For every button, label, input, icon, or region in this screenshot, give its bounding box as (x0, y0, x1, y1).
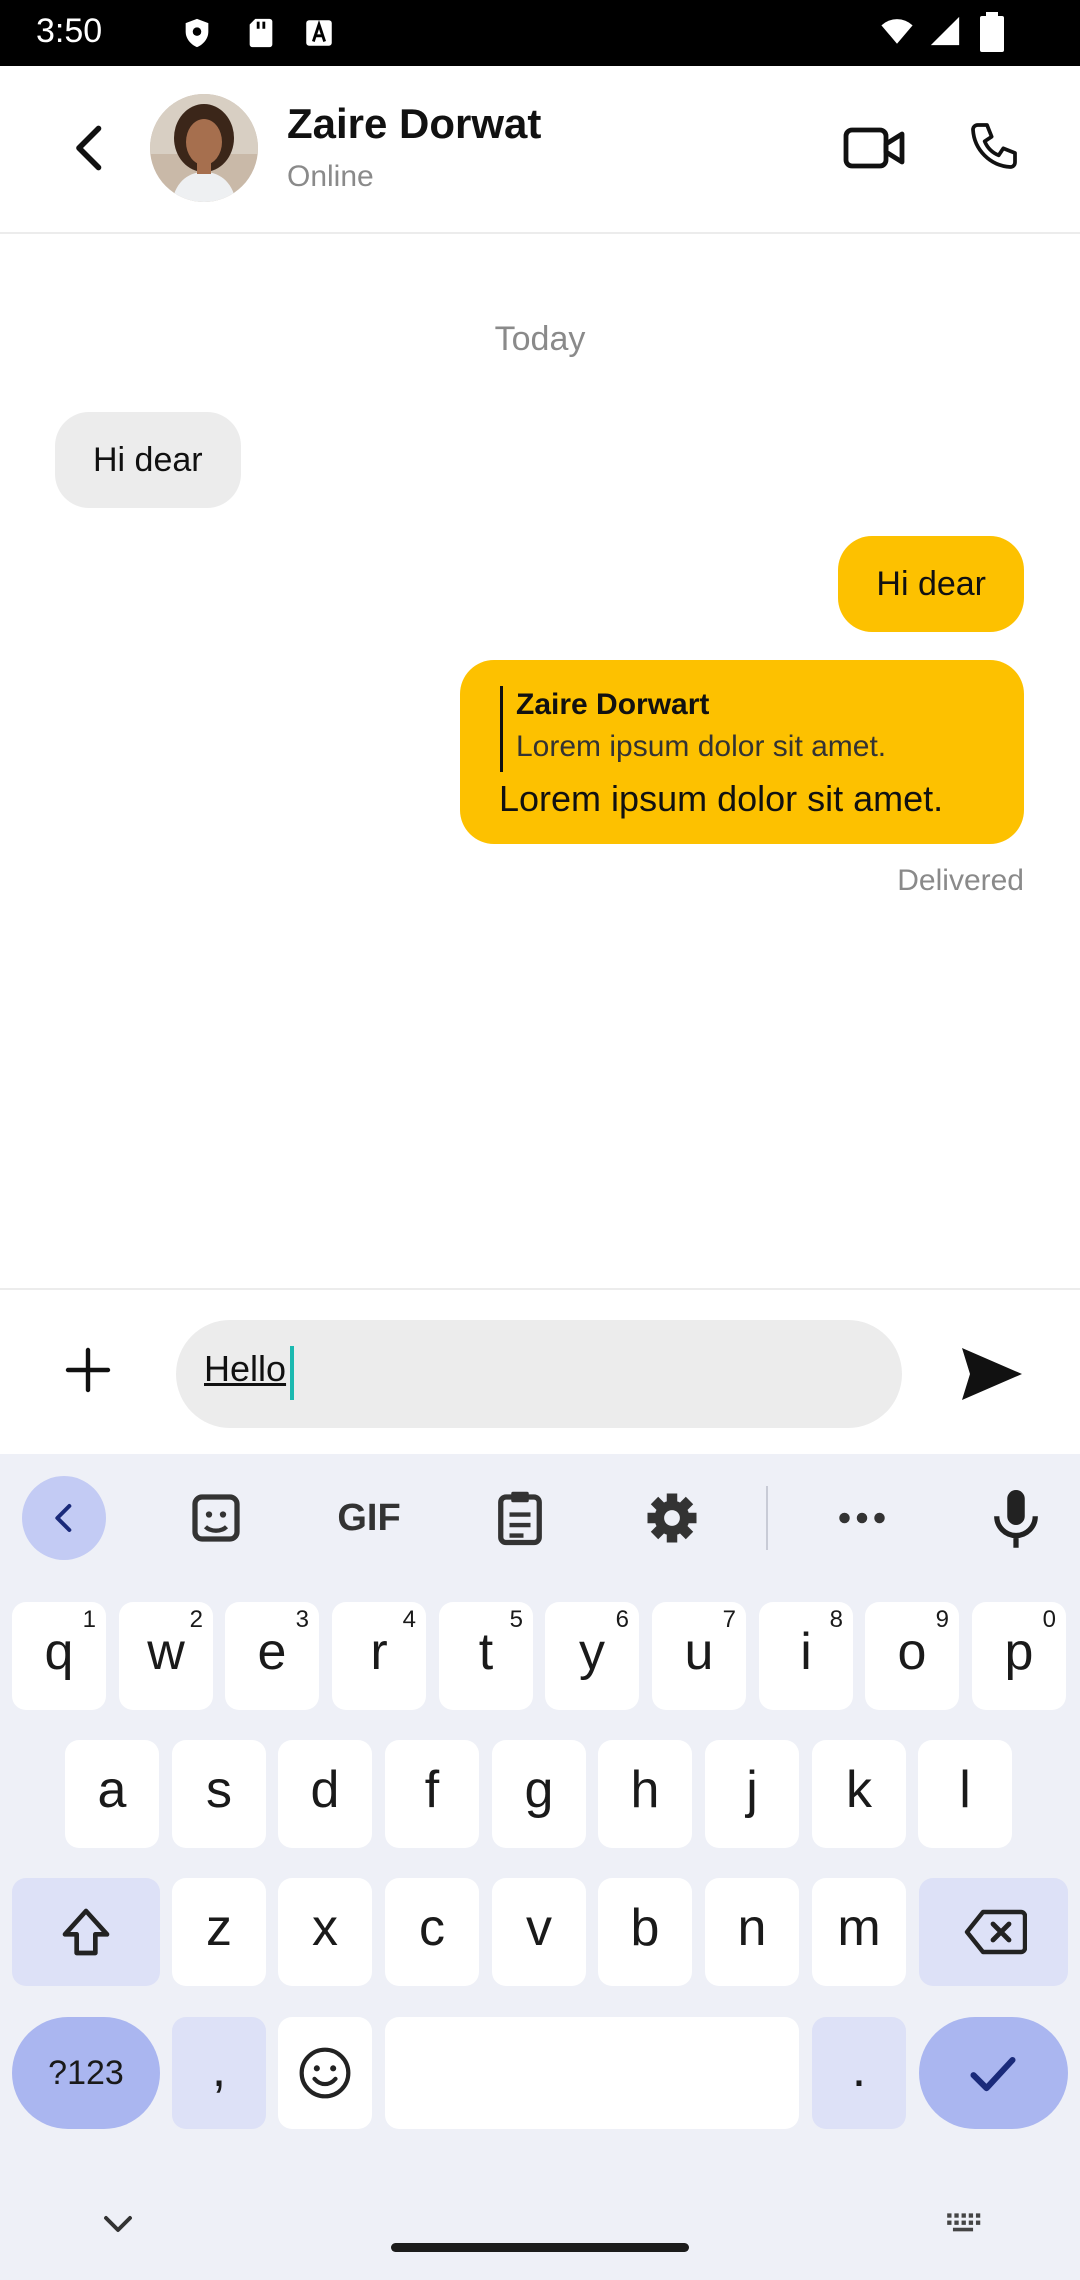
outgoing-message[interactable]: Hi dear (838, 536, 1024, 632)
quoted-sender: Zaire Dorwart (516, 688, 710, 721)
key-l[interactable]: l (918, 1740, 1012, 1848)
video-call-icon[interactable] (842, 120, 906, 176)
clipboard-icon[interactable] (478, 1476, 562, 1560)
keyboard: GIF q1 w2 e3 r4 t5 y6 u7 i8 o9 p0 a s d … (0, 1454, 1080, 2280)
key-p[interactable]: p0 (972, 1602, 1066, 1710)
incoming-message[interactable]: Hi dear (55, 412, 241, 508)
key-z[interactable]: z (172, 1878, 266, 1986)
message-input[interactable]: Hello (176, 1320, 902, 1428)
key-x[interactable]: x (278, 1878, 372, 1986)
phone-call-icon[interactable] (966, 118, 1022, 174)
key-g[interactable]: g (492, 1740, 586, 1848)
microphone-icon[interactable] (974, 1476, 1058, 1560)
backspace-key[interactable] (919, 1878, 1068, 1986)
shift-key[interactable] (12, 1878, 160, 1986)
emoji-key[interactable] (278, 2017, 372, 2129)
key-b[interactable]: b (598, 1878, 692, 1986)
key-w[interactable]: w2 (119, 1602, 213, 1710)
more-options-icon[interactable] (820, 1476, 904, 1560)
wifi-icon (881, 19, 913, 44)
gif-button[interactable]: GIF (324, 1496, 414, 1540)
key-m[interactable]: m (812, 1878, 906, 1986)
chevron-left-icon (55, 1504, 72, 1532)
settings-gear-icon[interactable] (630, 1476, 714, 1560)
key-i[interactable]: i8 (759, 1602, 853, 1710)
plus-icon[interactable] (64, 1346, 112, 1394)
key-h[interactable]: h (598, 1740, 692, 1848)
text-a-icon (306, 20, 332, 46)
emoji-smiley-icon (299, 2047, 351, 2099)
keyboard-switch-icon[interactable] (940, 2204, 986, 2240)
message-composer: Hello (0, 1288, 1080, 1456)
period-key[interactable]: . (812, 2017, 906, 2129)
key-n[interactable]: n (705, 1878, 799, 1986)
contact-name[interactable]: Zaire Dorwat (287, 100, 541, 148)
text-caret (290, 1346, 294, 1400)
signal-icon (930, 16, 960, 46)
symbols-key[interactable]: ?123 (12, 2017, 160, 2129)
key-v[interactable]: v (492, 1878, 586, 1986)
shield-icon (185, 18, 209, 48)
key-e[interactable]: e3 (225, 1602, 319, 1710)
send-icon[interactable] (958, 1344, 1026, 1404)
key-j[interactable]: j (705, 1740, 799, 1848)
enter-key[interactable] (919, 2017, 1068, 2129)
key-d[interactable]: d (278, 1740, 372, 1848)
hide-keyboard-chevron-icon[interactable] (100, 2206, 136, 2242)
status-bar: 3:50 (0, 0, 1080, 66)
back-arrow-icon[interactable] (66, 122, 118, 174)
checkmark-icon (970, 2056, 1016, 2092)
input-text[interactable]: Hello (204, 1348, 286, 1390)
key-f[interactable]: f (385, 1740, 479, 1848)
contact-status: Online (287, 160, 374, 193)
backspace-icon (964, 1909, 1027, 1955)
status-time: 3:50 (36, 12, 103, 50)
key-a[interactable]: a (65, 1740, 159, 1848)
delivery-status: Delivered (897, 864, 1024, 897)
key-u[interactable]: u7 (652, 1602, 746, 1710)
avatar[interactable] (150, 94, 258, 202)
space-bar[interactable] (385, 2017, 799, 2129)
gesture-handle[interactable] (391, 2243, 689, 2252)
key-q[interactable]: q1 (12, 1602, 106, 1710)
comma-key[interactable]: , (172, 2017, 266, 2129)
collapse-toolbar-button[interactable] (22, 1476, 106, 1560)
chat-header: Zaire Dorwat Online (0, 66, 1080, 234)
key-k[interactable]: k (812, 1740, 906, 1848)
key-t[interactable]: t5 (439, 1602, 533, 1710)
key-r[interactable]: r4 (332, 1602, 426, 1710)
message-text: Lorem ipsum dolor sit amet. (499, 778, 944, 819)
battery-icon (980, 12, 1004, 52)
key-s[interactable]: s (172, 1740, 266, 1848)
quoted-text: Lorem ipsum dolor sit amet. (516, 730, 887, 763)
key-c[interactable]: c (385, 1878, 479, 1986)
key-y[interactable]: y6 (545, 1602, 639, 1710)
key-o[interactable]: o9 (865, 1602, 959, 1710)
toolbar-divider (766, 1486, 768, 1550)
quote-bar (500, 686, 503, 772)
outgoing-reply-message[interactable]: Zaire Dorwart Lorem ipsum dolor sit amet… (460, 660, 1024, 844)
date-separator: Today (494, 320, 586, 358)
shift-arrow-icon (62, 1908, 110, 1956)
sd-card-icon (249, 18, 273, 48)
sticker-icon[interactable] (174, 1476, 258, 1560)
